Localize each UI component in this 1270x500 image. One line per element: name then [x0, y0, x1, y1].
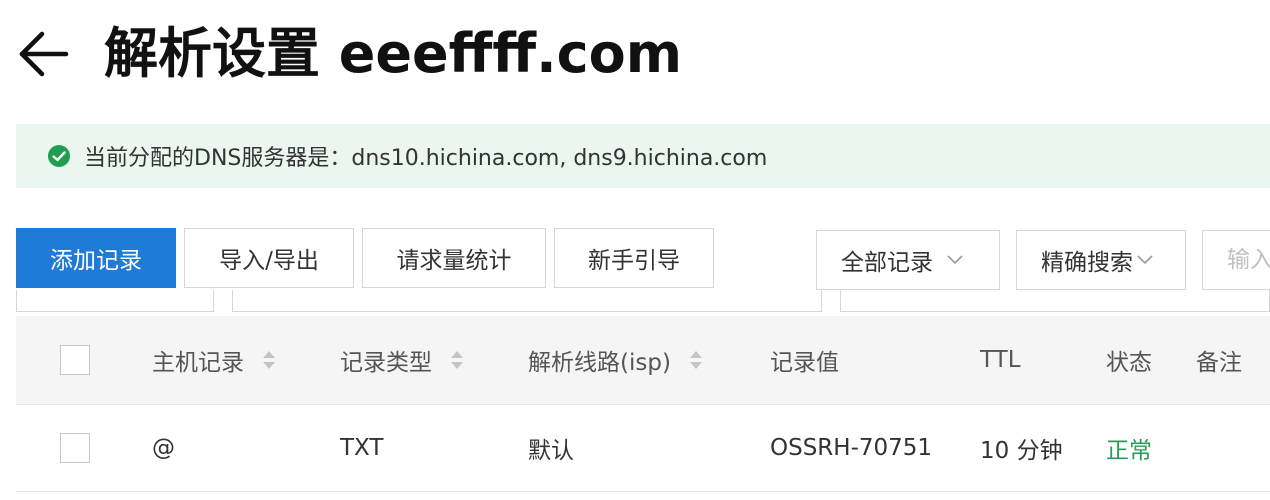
column-header-ttl: TTL	[980, 347, 1021, 373]
chevron-down-icon	[947, 255, 963, 265]
clipped-box	[232, 290, 822, 312]
records-filter-select[interactable]: 全部记录	[816, 230, 1000, 290]
column-label: 解析线路(isp)	[528, 350, 671, 376]
sort-icon[interactable]	[450, 348, 464, 372]
dns-settings-page: 解析设置 eeeffff.com 当前分配的DNS服务器是：dns10.hich…	[0, 0, 1270, 500]
header-checkbox-cell	[60, 316, 90, 404]
import-export-button[interactable]: 导入/导出	[184, 228, 354, 288]
search-input[interactable]	[1202, 230, 1270, 290]
cell-ttl: 10 分钟	[980, 438, 1063, 464]
arrow-left-icon[interactable]	[18, 30, 70, 78]
beginner-guide-button[interactable]: 新手引导	[554, 228, 714, 288]
sort-icon[interactable]	[689, 348, 703, 372]
row-checkbox-cell	[60, 405, 90, 491]
table-header: 主机记录 记录类型 解析线路(isp) 记录值 TTL 状态 备注	[16, 316, 1270, 405]
clipped-box	[16, 290, 214, 312]
dns-server-text: 当前分配的DNS服务器是：dns10.hichina.com, dns9.hic…	[84, 146, 768, 171]
add-record-button[interactable]: 添加记录	[16, 228, 176, 288]
cell-line: 默认	[528, 438, 574, 464]
clipped-panel	[16, 290, 1270, 312]
search-mode-value: 精确搜索	[1041, 250, 1133, 276]
cell-value: OSSRH-70751	[770, 435, 933, 461]
table-row: @ TXT 默认 OSSRH-70751 10 分钟 正常	[16, 405, 1270, 492]
records-table: 主机记录 记录类型 解析线路(isp) 记录值 TTL 状态 备注 @ TXT …	[16, 316, 1270, 492]
check-circle-icon	[48, 145, 70, 167]
search-mode-select[interactable]: 精确搜索	[1016, 230, 1186, 290]
column-header-type[interactable]: 记录类型	[340, 316, 464, 404]
cell-type: TXT	[340, 435, 384, 461]
request-stats-button[interactable]: 请求量统计	[362, 228, 546, 288]
column-label: 记录类型	[340, 350, 432, 376]
chevron-down-icon	[1137, 255, 1153, 265]
cell-host: @	[152, 435, 175, 461]
column-header-value: 记录值	[770, 350, 839, 376]
clipped-box	[840, 290, 1270, 312]
column-header-host[interactable]: 主机记录	[152, 316, 276, 404]
toolbar: 添加记录 导入/导出 请求量统计 新手引导 全部记录 精确搜索	[16, 228, 1270, 290]
column-label: 主机记录	[152, 350, 244, 376]
page-header: 解析设置 eeeffff.com	[0, 0, 1270, 110]
row-checkbox[interactable]	[60, 433, 90, 463]
column-header-line[interactable]: 解析线路(isp)	[528, 316, 703, 404]
records-filter-value: 全部记录	[841, 250, 933, 276]
status-badge: 正常	[1106, 438, 1152, 464]
dns-server-notice: 当前分配的DNS服务器是：dns10.hichina.com, dns9.hic…	[16, 124, 1270, 188]
column-header-status: 状态	[1106, 350, 1152, 376]
column-header-remark: 备注	[1196, 350, 1242, 376]
page-title: 解析设置 eeeffff.com	[104, 22, 683, 85]
select-all-checkbox[interactable]	[60, 345, 90, 375]
sort-icon[interactable]	[262, 348, 276, 372]
